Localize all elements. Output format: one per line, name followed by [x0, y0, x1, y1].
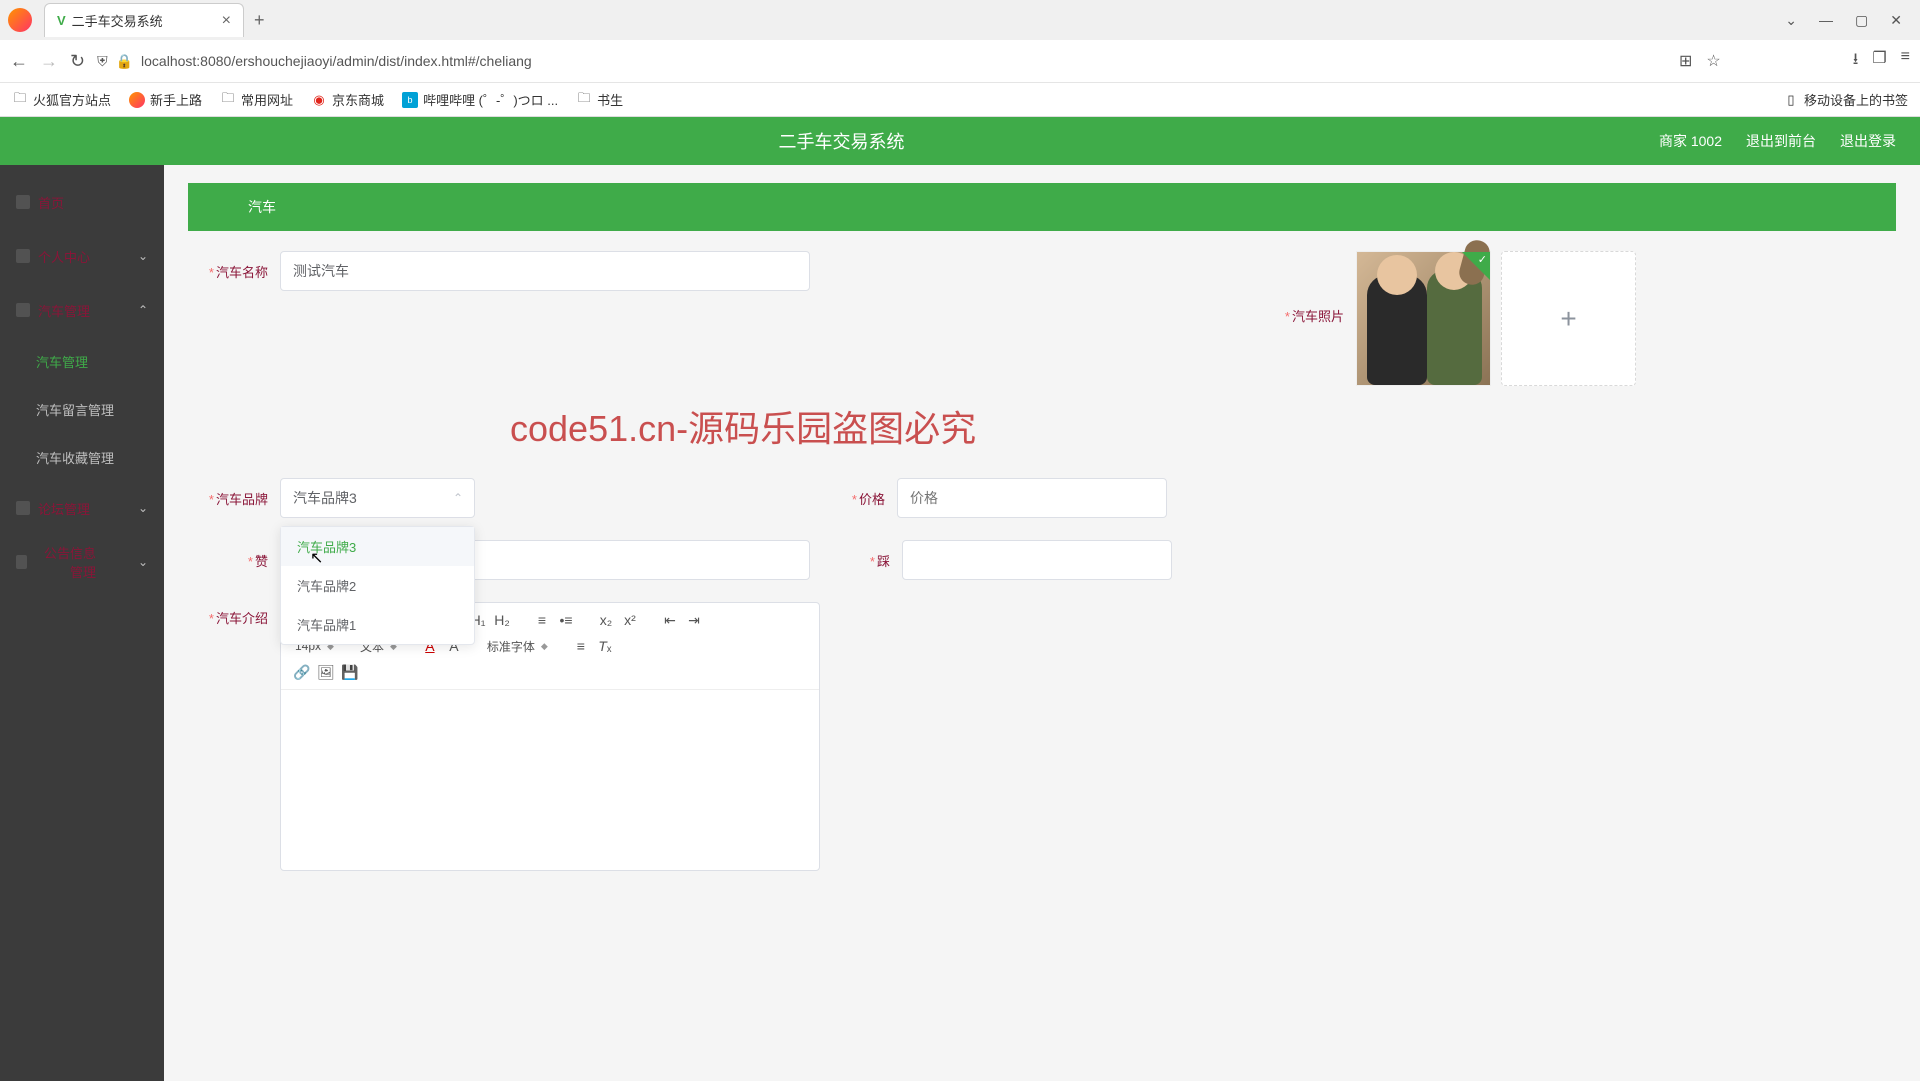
bookmark-item[interactable]: 🗀书生 — [576, 90, 623, 109]
content-tab[interactable]: 汽车 — [188, 183, 1896, 231]
maximize-icon[interactable]: ▢ — [1855, 12, 1868, 29]
minimize-icon[interactable]: — — [1819, 12, 1833, 29]
sidebar-item-forum[interactable]: 论坛管理⌄ — [0, 481, 164, 535]
chevron-down-icon: ⌄ — [138, 501, 148, 515]
tab-bar: V 二手车交易系统 × + ⌄ — ▢ ✕ — [0, 0, 1920, 40]
dropdown-option[interactable]: 汽车品牌1 — [281, 605, 474, 644]
qr-icon[interactable]: ⊞ — [1679, 51, 1692, 71]
close-window-icon[interactable]: ✕ — [1890, 12, 1902, 29]
sidebar-item-car-mgmt[interactable]: 汽车管理⌃ — [0, 283, 164, 337]
browser-chrome: V 二手车交易系统 × + ⌄ — ▢ ✕ ← → ↻ ⛨ 🔒 localhos… — [0, 0, 1920, 117]
sidebar-item-notice[interactable]: 公告信息管理⌄ — [0, 535, 164, 589]
align-icon[interactable]: ≡ — [570, 635, 592, 657]
sidebar-sub-car[interactable]: 汽车管理 — [0, 337, 164, 385]
firefox-logo-icon — [8, 8, 32, 32]
link-icon[interactable]: 🔗 — [291, 661, 313, 683]
bookmark-item[interactable]: b哔哩哔哩 (゜-゜)つロ ... — [402, 90, 558, 109]
close-icon[interactable]: × — [222, 12, 231, 30]
tab-title: 二手车交易系统 — [72, 11, 163, 30]
brand-label: *汽车品牌 — [188, 489, 268, 508]
price-label: *价格 — [835, 489, 885, 508]
intro-label: *汽车介绍 — [188, 608, 268, 627]
folder-icon: 🗀 — [12, 92, 28, 108]
forum-icon — [16, 501, 30, 515]
h2-icon[interactable]: H₂ — [491, 609, 513, 631]
star-icon[interactable]: ☆ — [1706, 51, 1720, 71]
back-icon[interactable]: ← — [10, 51, 28, 72]
bookmark-item[interactable]: 🗀火狐官方站点 — [12, 90, 111, 109]
like-label: *赞 — [220, 551, 268, 570]
sidebar-item-home[interactable]: 首页 — [0, 175, 164, 229]
name-input[interactable] — [280, 251, 810, 291]
name-label: *汽车名称 — [188, 262, 268, 281]
sidebar-sub-favorite[interactable]: 汽车收藏管理 — [0, 433, 164, 481]
bookmark-item[interactable]: ◉京东商城 — [311, 90, 384, 109]
chevron-down-icon: ⌄ — [138, 249, 148, 263]
price-input[interactable] — [897, 478, 1167, 518]
save-icon[interactable]: 💾 — [339, 661, 361, 683]
ol-icon[interactable]: ≡ — [531, 609, 553, 631]
chevron-up-icon: ⌃ — [138, 303, 148, 317]
content-area: 汽车 *汽车名称 *汽车照片 + — [164, 165, 1920, 1081]
chevron-down-icon: ⌄ — [138, 555, 148, 569]
logout-button[interactable]: 退出登录 — [1840, 131, 1896, 151]
exit-front-button[interactable]: 退出到前台 — [1746, 131, 1816, 151]
extension-icon[interactable]: ❐ — [1872, 48, 1886, 75]
user-icon — [16, 249, 30, 263]
browser-tab[interactable]: V 二手车交易系统 × — [44, 3, 244, 37]
bilibili-icon: b — [402, 92, 418, 108]
menu-icon[interactable]: ≡ — [1901, 48, 1910, 75]
car-icon — [16, 303, 30, 317]
superscript-icon[interactable]: x² — [619, 609, 641, 631]
dislike-input[interactable] — [902, 540, 1172, 580]
subscript-icon[interactable]: x₂ — [595, 609, 617, 631]
address-bar: ← → ↻ ⛨ 🔒 localhost:8080/ershouchejiaoyi… — [0, 40, 1920, 82]
plus-icon: + — [1560, 303, 1576, 335]
image-icon[interactable]: 🖼 — [315, 661, 337, 683]
download-icon[interactable]: ⭳ — [1853, 48, 1859, 75]
sidebar-sub-message[interactable]: 汽车留言管理 — [0, 385, 164, 433]
sidebar-item-personal[interactable]: 个人中心⌄ — [0, 229, 164, 283]
bookmarks-bar: 🗀火狐官方站点 新手上路 🗀常用网址 ◉京东商城 b哔哩哔哩 (゜-゜)つロ .… — [0, 82, 1920, 116]
reload-icon[interactable]: ↻ — [70, 51, 85, 72]
folder-icon: 🗀 — [576, 92, 592, 108]
photo-label: *汽车照片 — [1264, 306, 1344, 325]
notice-icon — [16, 555, 27, 569]
vue-icon: V — [57, 13, 66, 28]
new-tab-button[interactable]: + — [254, 10, 265, 31]
bookmark-item[interactable]: 🗀常用网址 — [220, 90, 293, 109]
ul-icon[interactable]: •≡ — [555, 609, 577, 631]
sidebar: 首页 个人中心⌄ 汽车管理⌃ 汽车管理 汽车留言管理 汽车收藏管理 论坛管理⌄ … — [0, 165, 164, 1081]
editor-body[interactable] — [281, 690, 819, 870]
outdent-icon[interactable]: ⇤ — [659, 609, 681, 631]
fontfamily-select[interactable]: 标准字体◆ — [483, 636, 552, 657]
upload-add-button[interactable]: + — [1501, 251, 1636, 386]
mobile-icon: ▯ — [1783, 92, 1799, 108]
lock-icon: 🔒 — [116, 53, 133, 70]
dropdown-option[interactable]: 汽车品牌2 — [281, 566, 474, 605]
url-text: localhost:8080/ershouchejiaoyi/admin/dis… — [141, 53, 532, 69]
bookmark-mobile[interactable]: ▯移动设备上的书签 — [1783, 90, 1908, 109]
forward-icon[interactable]: → — [40, 51, 58, 72]
home-icon — [16, 195, 30, 209]
indent-icon[interactable]: ⇥ — [683, 609, 705, 631]
app-title: 二手车交易系统 — [24, 128, 1659, 154]
folder-icon: 🗀 — [220, 92, 236, 108]
firefox-icon — [129, 92, 145, 108]
brand-dropdown: 汽车品牌3 汽车品牌2 汽车品牌1 — [280, 526, 475, 645]
dislike-label: *踩 — [840, 551, 890, 570]
url-box[interactable]: ⛨ 🔒 localhost:8080/ershouchejiaoyi/admin… — [97, 53, 1667, 70]
clearformat-icon[interactable]: Tₓ — [594, 635, 616, 657]
shield-icon: ⛨ — [97, 53, 108, 70]
window-controls: ⌄ — ▢ ✕ — [1785, 12, 1912, 29]
jd-icon: ◉ — [311, 92, 327, 108]
brand-select[interactable] — [280, 478, 475, 518]
chevron-down-icon[interactable]: ⌄ — [1785, 12, 1797, 29]
chevron-up-icon: ⌃ — [453, 491, 463, 505]
app-header: 二手车交易系统 商家 1002 退出到前台 退出登录 — [0, 117, 1920, 165]
bookmark-item[interactable]: 新手上路 — [129, 90, 202, 109]
merchant-label[interactable]: 商家 1002 — [1659, 131, 1722, 151]
dropdown-option[interactable]: 汽车品牌3 — [281, 527, 474, 566]
upload-preview[interactable] — [1356, 251, 1491, 386]
